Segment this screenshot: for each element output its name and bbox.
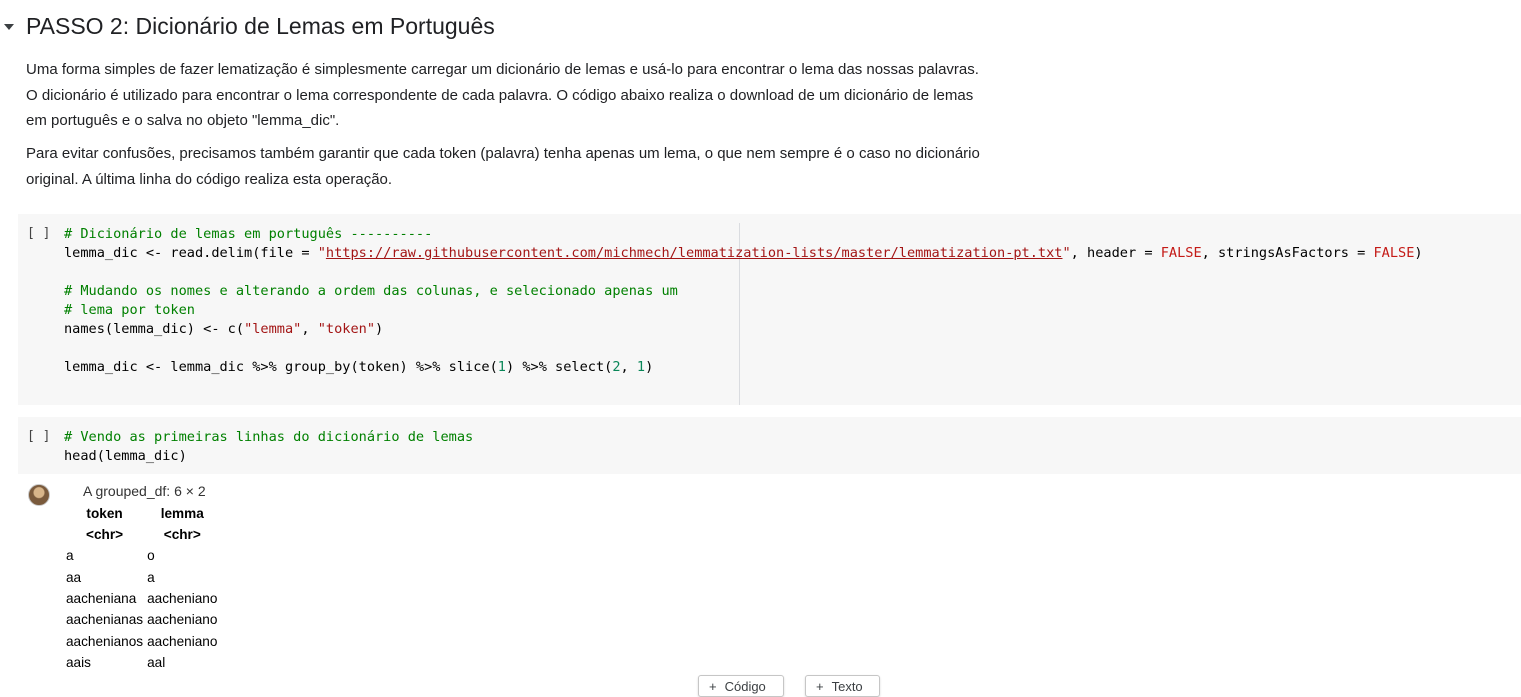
table-cell: aacheniana xyxy=(66,590,137,606)
collapse-caret-icon[interactable] xyxy=(4,24,14,30)
table-cell: aachenianos xyxy=(66,633,144,649)
column-header: lemma xyxy=(160,506,204,521)
note-paragraph: Para evitar confusões, precisamos também… xyxy=(26,141,1056,192)
code-text: lemma_dic <- read.delim(file = xyxy=(64,245,318,261)
run-cell-button[interactable]: [ ] xyxy=(27,226,50,241)
code-string: "token" xyxy=(317,321,376,337)
text-line: Para evitar confusões, precisamos também… xyxy=(26,145,980,162)
code-text: , xyxy=(620,359,637,375)
text-line: O dicionário é utilizado para encontrar … xyxy=(26,86,974,104)
table-cell: a xyxy=(66,548,74,564)
table-cell: aais xyxy=(66,655,91,671)
code-number: 1 xyxy=(497,359,506,375)
code-comment: # lema por token xyxy=(64,302,195,318)
table-cell: aacheniano xyxy=(147,633,218,649)
run-cell-button[interactable]: [ ] xyxy=(27,429,50,444)
code-editor[interactable]: # Vendo as primeiras linhas do dicionári… xyxy=(64,428,473,466)
code-keyword: FALSE xyxy=(1373,245,1415,261)
table-row: aacheniana aacheniano xyxy=(66,588,217,609)
code-comment: # Mudando os nomes e alterando a ordem d… xyxy=(64,283,678,299)
dataframe-caption: A grouped_df: 6 × 2 xyxy=(83,483,206,499)
avatar xyxy=(28,484,50,506)
text-line: em português e o salva no objeto "lemma_… xyxy=(26,112,340,129)
code-number: 1 xyxy=(636,359,646,375)
table-cell: aacheniano xyxy=(147,590,218,606)
code-comment: # Vendo as primeiras linhas do dicionári… xyxy=(64,429,474,445)
plus-icon: + xyxy=(816,678,824,694)
code-keyword: FALSE xyxy=(1160,245,1202,261)
add-text-label: Texto xyxy=(831,678,863,694)
table-row: aais aal xyxy=(66,652,217,673)
code-text: head(lemma_dic) xyxy=(64,448,187,464)
table-cell: aal xyxy=(147,655,166,671)
section-title: PASSO 2: Dicionário de Lemas em Portuguê… xyxy=(26,12,495,39)
code-number: 2 xyxy=(612,359,621,375)
code-cell-dictionary[interactable]: [ ] # Dicionário de lemas em português -… xyxy=(18,214,1521,405)
table-row: aa a xyxy=(66,566,217,587)
code-text: , stringsAsFactors = xyxy=(1201,245,1374,261)
table-cell: a xyxy=(147,569,155,585)
dataframe-table: token lemma <chr> <chr> a o aa a aacheni… xyxy=(66,503,217,673)
add-cell-bar: + Código + Texto xyxy=(0,675,1521,697)
code-string: " xyxy=(317,245,326,261)
code-string: " xyxy=(1062,245,1071,261)
table-cell: aa xyxy=(66,569,82,585)
table-cell: aacheniano xyxy=(147,612,218,628)
code-text: ) xyxy=(375,321,384,337)
code-url-link[interactable]: https://raw.githubusercontent.com/michme… xyxy=(326,245,1063,261)
add-text-cell-button[interactable]: + Texto xyxy=(805,675,880,697)
text-line: Uma forma simples de fazer lematização é… xyxy=(26,61,979,78)
code-text: names(lemma_dic) <- c( xyxy=(64,321,245,337)
add-code-label: Código xyxy=(724,678,766,694)
table-row: aachenianas aacheniano xyxy=(66,609,217,630)
text-line: original. A última linha do código reali… xyxy=(26,170,393,188)
code-text: , header = xyxy=(1070,245,1161,261)
code-text: lemma_dic <- lemma_dic %>% group_by(toke… xyxy=(64,359,498,375)
table-cell: aachenianas xyxy=(66,612,144,628)
code-comment: # Dicionário de lemas em português -----… xyxy=(64,226,433,242)
intro-paragraph: Uma forma simples de fazer lematização é… xyxy=(26,57,1056,134)
code-string: "lemma" xyxy=(244,321,302,337)
column-type: <chr> xyxy=(86,527,124,542)
table-row: a o xyxy=(66,545,217,566)
code-text: ) %>% select( xyxy=(505,359,613,375)
code-text: ) xyxy=(645,359,654,375)
code-cell-head[interactable]: [ ] # Vendo as primeiras linhas do dicio… xyxy=(18,417,1521,474)
code-editor[interactable]: # Dicionário de lemas em português -----… xyxy=(64,225,1423,377)
table-cell: o xyxy=(147,548,155,564)
column-type: <chr> xyxy=(163,527,201,542)
code-text: ) xyxy=(1414,245,1423,261)
code-text: , xyxy=(301,321,318,337)
section-header[interactable]: PASSO 2: Dicionário de Lemas em Portuguê… xyxy=(0,8,495,44)
column-header: token xyxy=(86,506,123,521)
add-code-cell-button[interactable]: + Código xyxy=(698,675,784,697)
table-row: aachenianos aacheniano xyxy=(66,631,217,652)
cell-output: A grouped_df: 6 × 2 token lemma <chr> <c… xyxy=(18,476,1521,676)
plus-icon: + xyxy=(709,678,717,694)
